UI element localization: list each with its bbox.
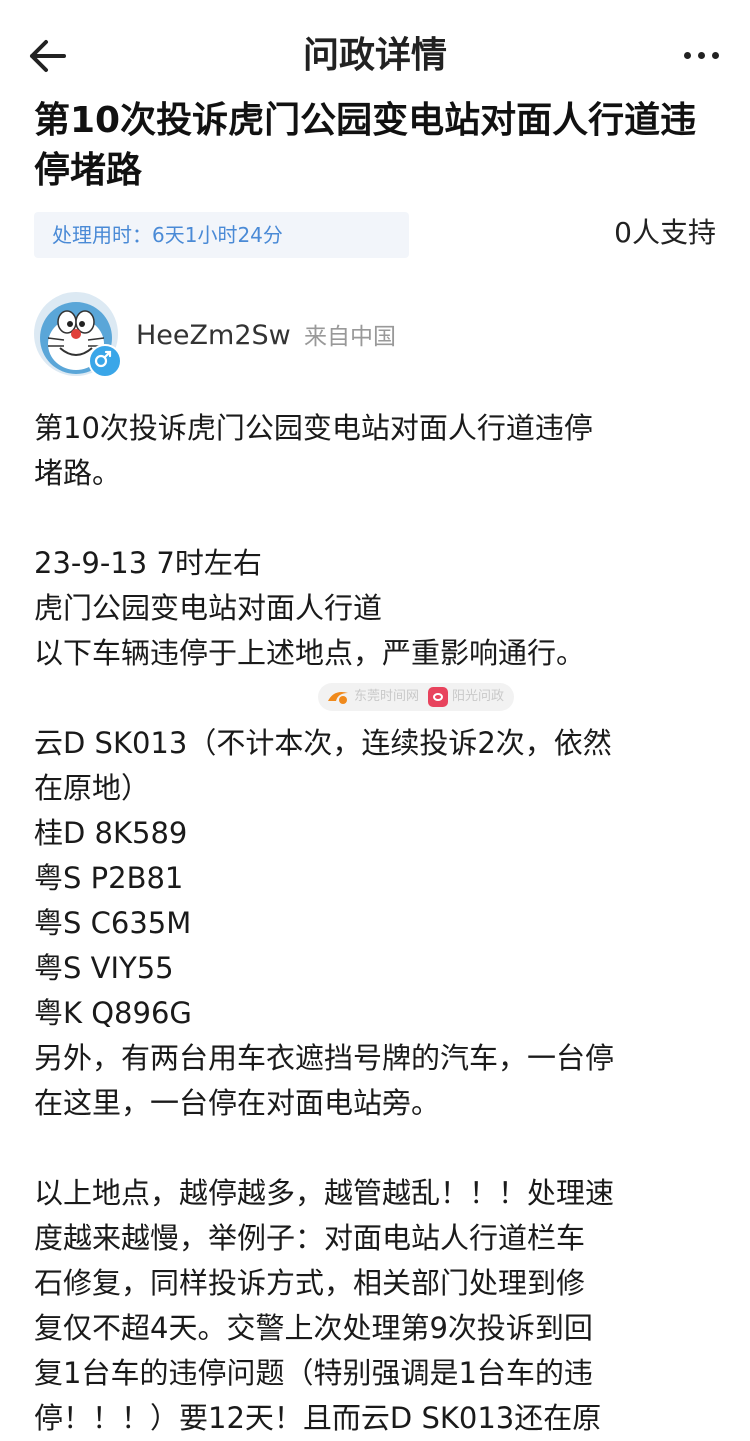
more-dot-icon — [712, 52, 719, 59]
body-line: 粤S C635M — [34, 906, 192, 940]
processing-time-text: 处理用时：6天1小时24分 — [52, 222, 283, 248]
more-button[interactable] — [682, 42, 722, 70]
more-dot-icon — [698, 52, 705, 59]
body-line: 复1台车的违停问题（特别强调是1台车的违 — [34, 1356, 593, 1390]
author-origin: 来自中国 — [304, 324, 396, 350]
support-count: 0人支持 — [614, 216, 716, 249]
author-name[interactable]: HeeZm2Sw — [136, 318, 291, 354]
page-title: 问政详情 — [302, 35, 447, 76]
body-line: 粤K Q896G — [34, 996, 192, 1030]
body-line: 23-9-13 7时左右 — [34, 546, 262, 580]
body-line: 桂D 8K589 — [34, 816, 188, 850]
body-line: 以上地点，越停越多，越管越乱！！！处理速 — [34, 1176, 615, 1210]
male-icon — [88, 344, 122, 378]
body-line — [34, 496, 724, 541]
body-line: 云D SK013（不计本次，连续投诉2次，依然 — [34, 726, 612, 760]
post-body: 第10次投诉虎门公园变电站对面人行道违停 堵路。 23-9-13 7时左右 虎门… — [34, 406, 724, 1441]
eye-logo-icon — [428, 687, 448, 707]
processing-time-badge: 处理用时：6天1小时24分 — [34, 212, 409, 258]
body-line: 在这里，一台停在对面电站旁。 — [34, 1086, 441, 1120]
post-headline: 第10次投诉虎门公园变电站对面人行道违停堵路 — [34, 100, 697, 191]
processing-time-label: 处理用时： — [52, 223, 152, 247]
processing-time-value: 6天1小时24分 — [152, 223, 283, 247]
watermark-text-2: 阳光问政 — [452, 689, 505, 704]
author-row: HeeZm2Sw 来自中国 — [34, 292, 724, 382]
body-line: 以下车辆违停于上述地点，严重影响通行。 — [34, 636, 586, 670]
body-line — [34, 1126, 724, 1171]
more-dot-icon — [684, 52, 691, 59]
watermark-text-1: 东莞时间网 — [354, 689, 420, 704]
body-line: 另外，有两台用车衣遮挡号牌的汽车，一台停 — [34, 1041, 615, 1075]
body-line: 度越来越慢，举例子：对面电站人行道栏车 — [34, 1221, 586, 1255]
body-line: 堵路。 — [34, 456, 122, 490]
body-line: 石修复，同样投诉方式，相关部门处理到修 — [34, 1266, 586, 1300]
body-line: 粤S P2B81 — [34, 861, 184, 895]
body-line: 停！！！）要12天！且而云D SK013还在原 — [34, 1401, 602, 1435]
watermark: 东莞时间网 阳光问政 — [318, 683, 514, 711]
body-line: 第10次投诉虎门公园变电站对面人行道违停 — [34, 411, 593, 445]
dongguan-logo-icon — [328, 692, 348, 704]
body-line: 复仅不超4天。交警上次处理第9次投诉到回 — [34, 1311, 593, 1345]
body-line: 虎门公园变电站对面人行道 — [34, 591, 383, 625]
body-line: 在原地） — [34, 771, 151, 805]
body-line: 粤S VIY55 — [34, 951, 174, 985]
